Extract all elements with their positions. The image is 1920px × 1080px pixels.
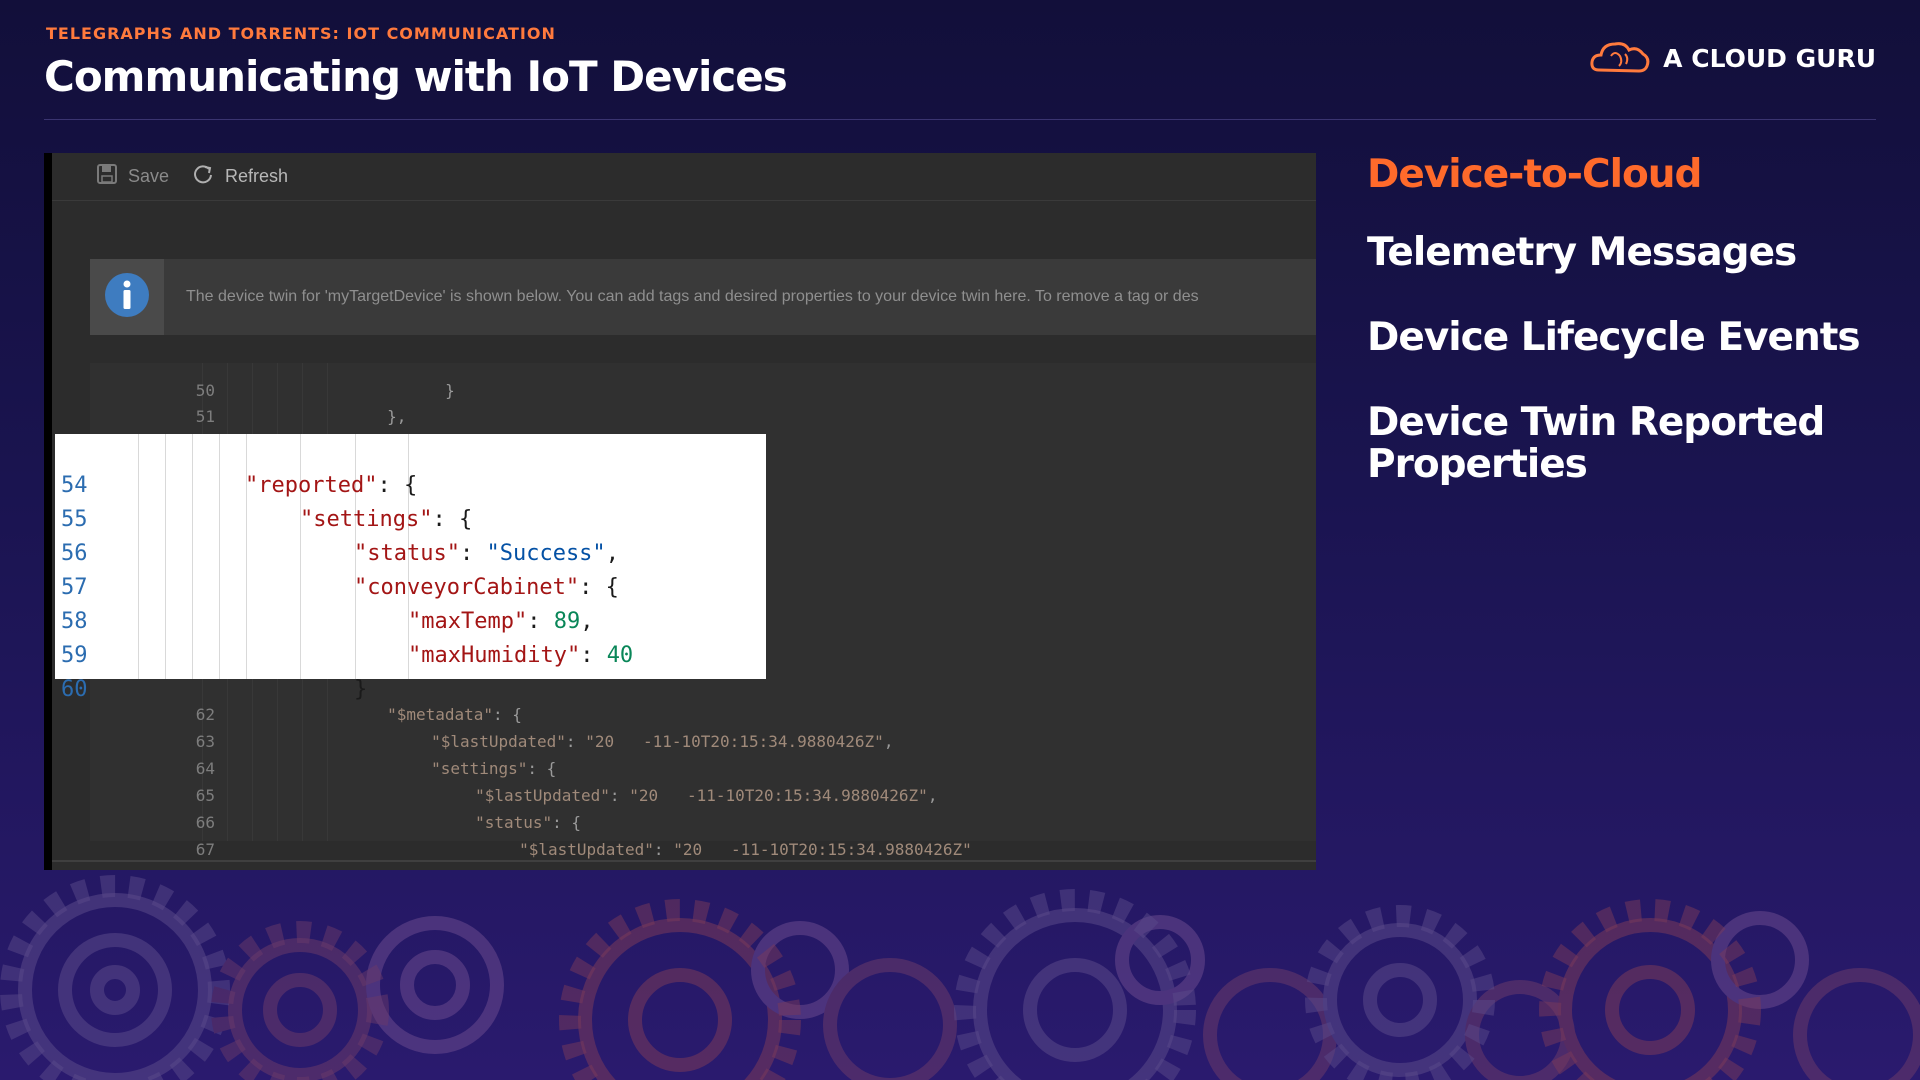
menu-item-device-lifecycle-events: Device Lifecycle Events [1367, 315, 1861, 360]
code-key: "$lastUpdated" [519, 840, 654, 859]
brand-name: A CLOUD GURU [1663, 43, 1876, 73]
menu-item-device-twin-reported: Device Twin Reported [1367, 400, 1825, 445]
code-key: "maxHumidity" [408, 643, 581, 668]
menu-item-telemetry-messages: Telemetry Messages [1367, 230, 1797, 275]
indent-guide [192, 434, 193, 679]
refresh-button[interactable]: Refresh [191, 162, 288, 191]
code-text: } [354, 677, 368, 702]
code-key: "settings" [300, 507, 433, 532]
code-punct: : { [377, 473, 418, 498]
code-line: 66 "status": { [90, 787, 581, 832]
header-divider [44, 119, 1876, 120]
indent-guide [138, 434, 139, 679]
highlight-line: 56 "status": "Success", [55, 503, 619, 566]
code-key: "conveyorCabinet" [354, 575, 580, 600]
highlight-line: 58 "maxTemp": 89, [55, 571, 593, 634]
code-line: 51}, [90, 381, 407, 426]
code-punct: , [580, 609, 594, 634]
code-content: "conveyorCabinet": { [354, 571, 619, 605]
code-key: "reported" [245, 473, 378, 498]
indent-guide [165, 434, 166, 679]
code-line: 63 "$lastUpdated": "20 -11-10T20:15:34.98… [90, 706, 894, 751]
code-line: 65 "$lastUpdated": "20 -11-10T20:15:34.98… [90, 760, 938, 805]
code-line: 52"$version": 2 [90, 408, 513, 453]
code-punct: , [927, 786, 938, 805]
gear-decoration [0, 860, 1920, 1080]
indent-guide [219, 434, 220, 679]
code-value: "Success" [486, 541, 606, 566]
code-punct: : { [579, 575, 619, 600]
highlight-line: 60} [55, 639, 367, 702]
brand-logo: A CLOUD GURU [1589, 38, 1876, 78]
info-icon [103, 271, 151, 324]
menu-item-device-twin-properties: Properties [1367, 442, 1588, 487]
code-value: "20 -11-10T20:15:34.9880426Z" [629, 786, 928, 805]
code-punct: : { [432, 507, 473, 532]
code-line: 62 "$metadata": { [90, 679, 522, 724]
code-punct: , [883, 732, 894, 751]
code-key: "status" [354, 541, 460, 566]
floppy-disk-icon [96, 163, 118, 190]
code-line: 67 "$lastUpdated": "20 -11-10T20:15:34.98… [90, 814, 972, 859]
code-content: "settings": { [300, 503, 472, 537]
code-content: "status": "Success", [354, 537, 619, 571]
cloud-logo-icon [1589, 36, 1651, 81]
info-message: The device twin for 'myTargetDevice' is … [186, 288, 1199, 305]
topic-menu: Device-to-Cloud Telemetry Messages Devic… [1367, 154, 1887, 486]
code-punct: : [580, 643, 607, 668]
code-punct: : [565, 732, 586, 751]
code-value: 89 [553, 609, 581, 634]
refresh-icon [191, 162, 215, 191]
code-content: "maxTemp": 89, [408, 605, 593, 639]
highlight-line: 54 "reported": { [55, 435, 417, 498]
toolbar: Save Refresh [52, 153, 1316, 201]
gears-background-icon [0, 875, 1920, 1080]
eyebrow-label: TELEGRAPHS AND TORRENTS: IOT COMMUNICATI… [46, 24, 556, 43]
code-punct: , [605, 541, 619, 566]
line-number: 60 [61, 677, 88, 702]
save-button[interactable]: Save [96, 163, 169, 190]
code-highlight-callout: 54 "reported": { 55 "settings": { 56 "statu… [55, 434, 766, 702]
highlight-line: 59 "maxHumidity": 40 [55, 605, 633, 668]
menu-item-device-to-cloud: Device-to-Cloud [1367, 152, 1702, 197]
code-punct: : [459, 541, 487, 566]
code-text: } [445, 381, 455, 400]
code-content: "maxHumidity": 40 [408, 639, 633, 673]
highlight-line: 57 "conveyorCabinet": { [55, 537, 619, 600]
code-line: 50} [90, 355, 455, 400]
info-icon-box [90, 259, 164, 335]
code-line: 64 "settings": { [90, 733, 557, 778]
info-banner: The device twin for 'myTargetDevice' is … [90, 259, 1316, 335]
page-title: Communicating with IoT Devices [44, 52, 788, 101]
code-punct: : [653, 840, 674, 859]
code-key: "maxTemp" [408, 609, 528, 634]
code-value: 40 [606, 643, 634, 668]
code-value: "20 -11-10T20:15:34.9880426Z" [585, 732, 884, 751]
refresh-label: Refresh [225, 166, 289, 186]
code-value: "20 -11-10T20:15:34.9880426Z" [673, 840, 972, 859]
code-punct: : [609, 786, 630, 805]
code-punct: : [527, 609, 554, 634]
highlight-line: 55 "settings": { [55, 469, 472, 532]
code-content: "reported": { [245, 469, 417, 503]
line-number: 67 [195, 840, 216, 859]
save-label: Save [128, 166, 170, 186]
